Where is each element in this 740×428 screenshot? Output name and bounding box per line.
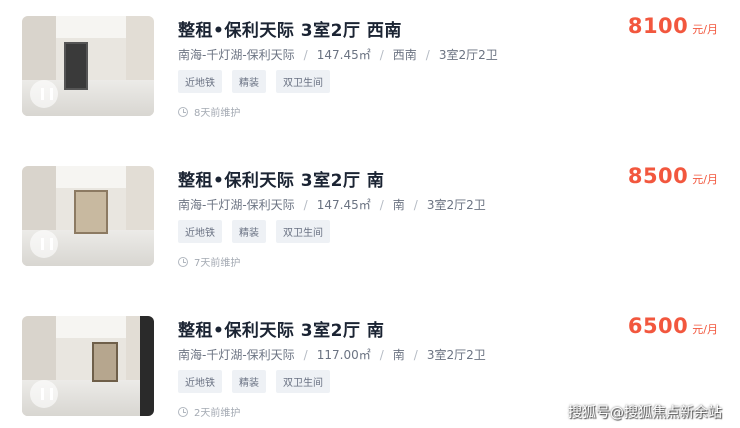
tag-list: 近地铁 精装 双卫生间 — [178, 70, 330, 93]
window-detail — [92, 342, 118, 382]
listing-photo[interactable] — [22, 166, 154, 266]
tag: 精装 — [232, 220, 266, 243]
meta-separator: / — [379, 197, 384, 212]
meta-separator: / — [425, 47, 430, 62]
price-value: 6500 — [627, 314, 689, 338]
listing-meta: 南海-千灯湖-保利天际 / 147.45㎡ / 西南 / 3室2厅2卫 — [178, 46, 498, 63]
time-text: 8天前维护 — [194, 108, 241, 119]
tag: 近地铁 — [178, 70, 222, 93]
area-text: 117.00㎡ — [316, 348, 371, 362]
price: 8500 元/月 — [628, 164, 718, 188]
play-icon[interactable] — [30, 380, 58, 408]
listing-title[interactable]: 整租•保利天际 3室2厅 南 — [178, 316, 384, 341]
price-unit: 元/月 — [692, 323, 718, 336]
area-text: 147.45㎡ — [316, 198, 371, 212]
play-icon[interactable] — [30, 80, 58, 108]
listing-title[interactable]: 整租•保利天际 3室2厅 西南 — [178, 16, 402, 41]
location-text: 南海-千灯湖-保利天际 — [178, 48, 295, 62]
tag: 双卫生间 — [276, 370, 330, 393]
tag: 精装 — [232, 70, 266, 93]
layout-text: 3室2厅2卫 — [426, 198, 486, 212]
listing-photo[interactable] — [22, 316, 154, 416]
maintenance-time: 8天前维护 — [178, 104, 240, 119]
layout-text: 3室2厅2卫 — [438, 48, 498, 62]
play-icon[interactable] — [30, 230, 58, 258]
layout-text: 3室2厅2卫 — [426, 348, 486, 362]
price-unit: 元/月 — [692, 173, 718, 186]
listing-title[interactable]: 整租•保利天际 3室2厅 南 — [178, 166, 384, 191]
orientation-text: 南 — [392, 348, 405, 362]
maintenance-time: 2天前维护 — [178, 404, 240, 419]
tag-list: 近地铁 精装 双卫生间 — [178, 370, 330, 393]
area-text: 147.45㎡ — [316, 48, 371, 62]
listing-meta: 南海-千灯湖-保利天际 / 147.45㎡ / 南 / 3室2厅2卫 — [178, 196, 486, 213]
clock-icon — [178, 406, 188, 417]
tag: 近地铁 — [178, 220, 222, 243]
meta-separator: / — [413, 347, 418, 362]
tag: 精装 — [232, 370, 266, 393]
price-unit: 元/月 — [692, 23, 718, 36]
clock-icon — [178, 106, 188, 117]
price: 8100 元/月 — [628, 14, 718, 38]
time-text: 7天前维护 — [194, 258, 241, 269]
watermark: 搜狐号@搜狐焦点新余站 — [568, 405, 722, 421]
meta-separator: / — [379, 347, 384, 362]
price: 6500 元/月 — [628, 314, 718, 338]
listing-meta: 南海-千灯湖-保利天际 / 117.00㎡ / 南 / 3室2厅2卫 — [178, 346, 486, 363]
tag: 双卫生间 — [276, 70, 330, 93]
tag-list: 近地铁 精装 双卫生间 — [178, 220, 330, 243]
maintenance-time: 7天前维护 — [178, 254, 240, 269]
time-text: 2天前维护 — [194, 408, 241, 419]
meta-separator: / — [379, 47, 384, 62]
location-text: 南海-千灯湖-保利天际 — [178, 348, 295, 362]
meta-separator: / — [303, 197, 308, 212]
tag: 近地铁 — [178, 370, 222, 393]
clock-icon — [178, 256, 188, 267]
location-text: 南海-千灯湖-保利天际 — [178, 198, 295, 212]
window-detail — [74, 190, 108, 234]
meta-separator: / — [413, 197, 418, 212]
listing-photo[interactable] — [22, 16, 154, 116]
door-detail — [64, 42, 88, 90]
listing-card[interactable]: 整租•保利天际 3室2厅 南 南海-千灯湖-保利天际 / 147.45㎡ / 南… — [0, 162, 740, 272]
price-value: 8500 — [627, 164, 689, 188]
price-value: 8100 — [627, 14, 689, 38]
dark-wall-detail — [140, 316, 154, 416]
meta-separator: / — [303, 47, 308, 62]
tag: 双卫生间 — [276, 220, 330, 243]
meta-separator: / — [303, 347, 308, 362]
orientation-text: 西南 — [392, 48, 417, 62]
orientation-text: 南 — [392, 198, 405, 212]
listing-card[interactable]: 整租•保利天际 3室2厅 西南 南海-千灯湖-保利天际 / 147.45㎡ / … — [0, 12, 740, 122]
